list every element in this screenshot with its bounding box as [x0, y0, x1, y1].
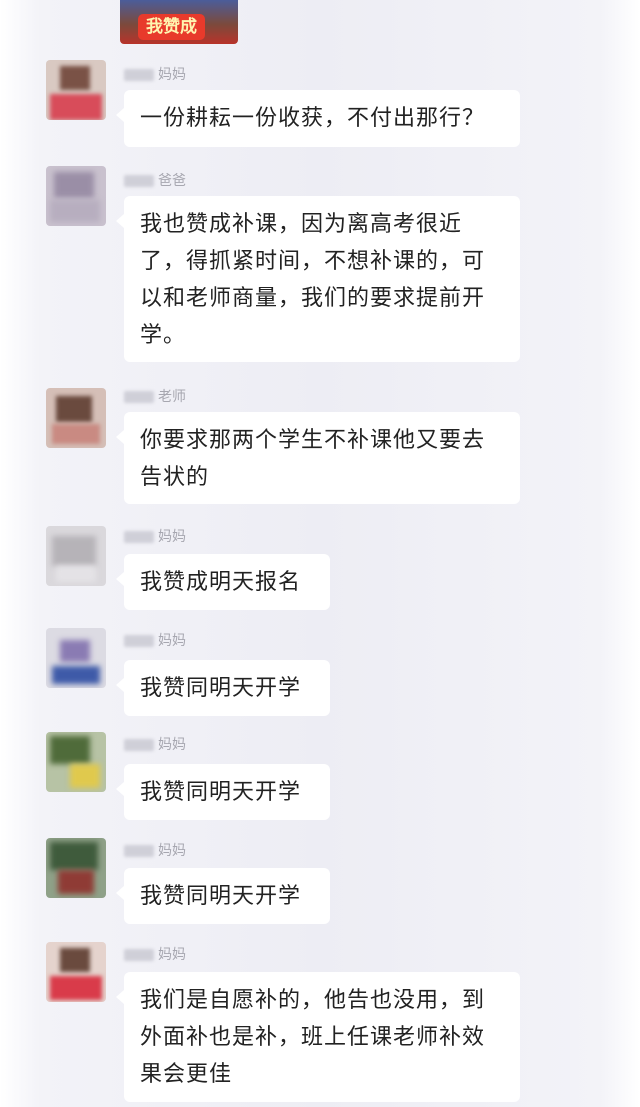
message-text: 一份耕耘一份收获，不付出那行？: [140, 106, 486, 131]
avatar[interactable]: [46, 732, 106, 792]
blurred-name: [124, 635, 154, 647]
sender-name: 爸爸: [124, 170, 186, 192]
message-bubble[interactable]: 我赞同明天开学: [116, 660, 330, 716]
message-text: 我赞同明天开学: [140, 884, 302, 909]
avatar[interactable]: [46, 942, 106, 1002]
message-bubble[interactable]: 我赞同明天开学: [116, 764, 330, 820]
message-bubble[interactable]: 我也赞成补课，因为离高考很近了，得抓紧时间，不想补课的，可以和老师商量，我们的要…: [116, 196, 520, 362]
message-bubble[interactable]: 一份耕耘一份收获，不付出那行？: [116, 90, 520, 147]
sender-name: 妈妈: [124, 840, 186, 862]
avatar[interactable]: [46, 526, 106, 586]
message-text: 我赞成明天报名: [140, 570, 302, 595]
chat-screen[interactable]: 我赞成 妈妈 一份耕耘一份收获，不付出那行？ 爸爸 我也赞成补课，因为离高考很近…: [0, 0, 640, 1107]
avatar[interactable]: [46, 388, 106, 448]
avatar[interactable]: [46, 838, 106, 898]
avatar[interactable]: [46, 166, 106, 226]
message-bubble[interactable]: 我们是自愿补的，他告也没用，到外面补也是补，班上任课老师补效果会更佳: [116, 972, 520, 1102]
message-bubble[interactable]: 我赞同明天开学: [116, 868, 330, 924]
sticker-text: 我赞成: [138, 14, 205, 40]
message-bubble[interactable]: 我赞成明天报名: [116, 554, 330, 610]
blurred-name: [124, 175, 154, 187]
message-text: 我们是自愿补的，他告也没用，到外面补也是补，班上任课老师补效果会更佳: [140, 988, 486, 1087]
sender-name: 妈妈: [124, 734, 186, 756]
blurred-name: [124, 531, 154, 543]
sender-name: 妈妈: [124, 526, 186, 548]
message-text: 我赞同明天开学: [140, 780, 302, 805]
sender-name: 妈妈: [124, 64, 186, 86]
sticker-image[interactable]: 我赞成: [120, 0, 238, 44]
blurred-name: [124, 391, 154, 403]
blurred-name: [124, 845, 154, 857]
sender-name: 妈妈: [124, 944, 186, 966]
message-text: 我也赞成补课，因为离高考很近了，得抓紧时间，不想补课的，可以和老师商量，我们的要…: [140, 212, 486, 348]
avatar[interactable]: [46, 60, 106, 120]
blurred-name: [124, 69, 154, 81]
blurred-name: [124, 949, 154, 961]
message-bubble[interactable]: 你要求那两个学生不补课他又要去告状的: [116, 412, 520, 504]
sender-name: 老师: [124, 386, 186, 408]
blurred-name: [124, 739, 154, 751]
message-text: 你要求那两个学生不补课他又要去告状的: [140, 428, 486, 490]
avatar[interactable]: [46, 628, 106, 688]
sender-name: 妈妈: [124, 630, 186, 652]
message-text: 我赞同明天开学: [140, 676, 302, 701]
